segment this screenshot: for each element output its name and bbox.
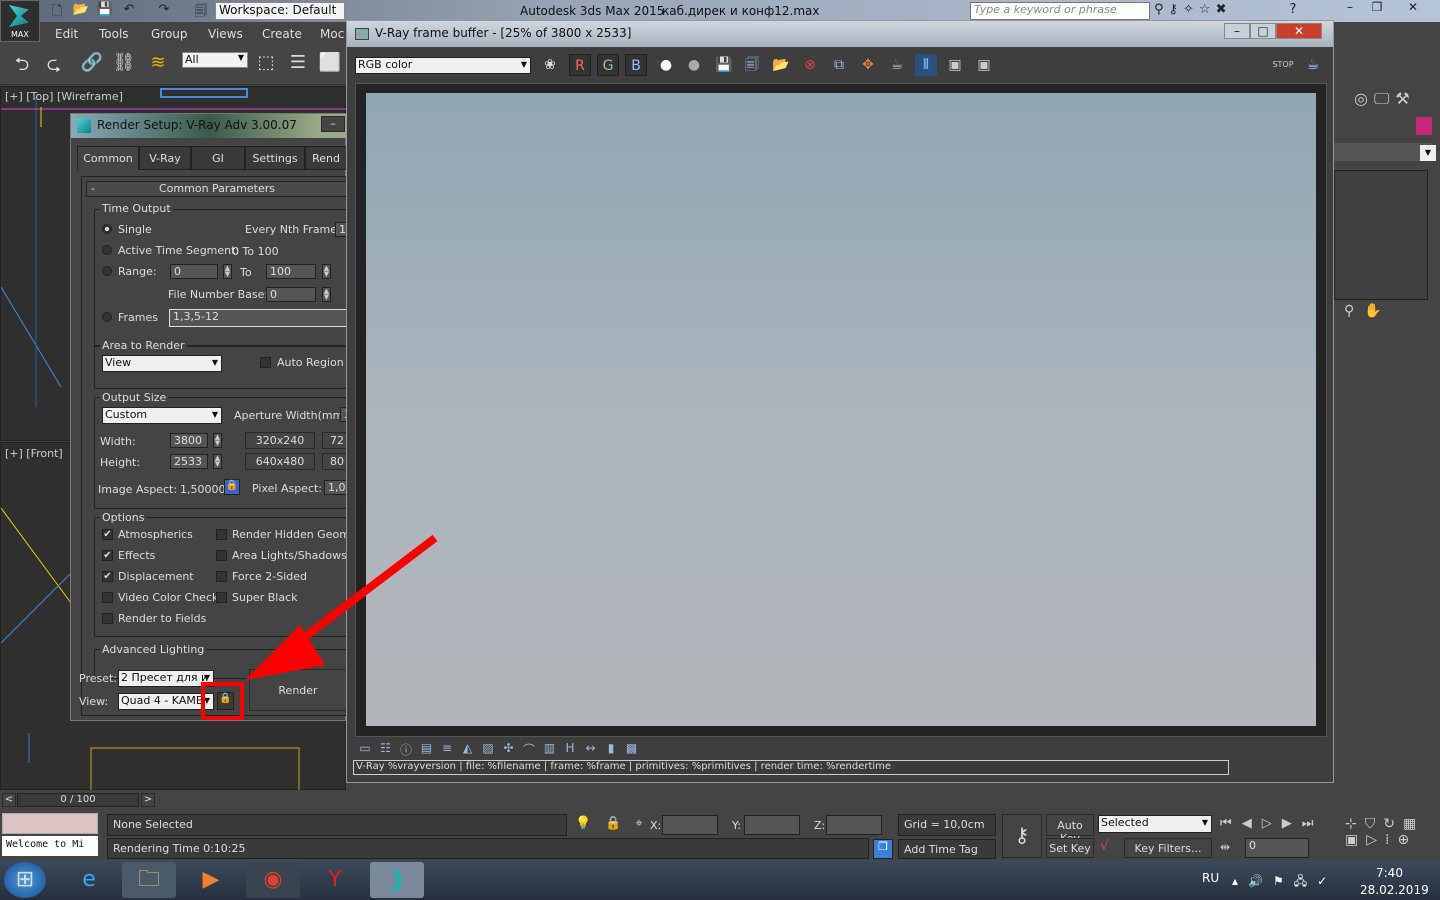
grid-status: Grid = 10,0cm	[898, 814, 996, 836]
tray-icons[interactable]: ▴🔊⚑🖧✓	[1232, 872, 1337, 893]
x-coordinate-input[interactable]	[662, 815, 718, 835]
clock-date[interactable]: 28.02.2019	[1360, 883, 1429, 897]
auto-key-button[interactable]: Auto Key	[1046, 814, 1094, 845]
selection-status: None Selected	[107, 814, 567, 836]
annotation-highlight-box	[201, 682, 244, 720]
maxscript-input[interactable]: Welcome to Mi	[2, 836, 98, 856]
language-indicator[interactable]: RU	[1202, 871, 1219, 885]
z-coordinate-input[interactable]	[826, 815, 882, 835]
time-tag-icon[interactable]: ❐	[873, 839, 893, 859]
clock-time[interactable]: 7:40	[1376, 866, 1403, 880]
file-explorer-icon[interactable]: 🗀	[122, 862, 176, 898]
add-time-tag-button[interactable]: Add Time Tag	[898, 839, 996, 859]
start-button[interactable]: ⊞	[4, 862, 46, 898]
z-label: Z:	[814, 819, 826, 832]
time-slider[interactable]: 0 / 100	[17, 793, 139, 807]
3dsmax-taskbar-icon[interactable]: ❱	[370, 862, 424, 898]
timeline-prev-button[interactable]: <	[2, 793, 16, 807]
x-label: X:	[650, 819, 662, 832]
key-mode-dropdown[interactable]: Selected	[1098, 815, 1212, 833]
y-label: Y:	[732, 819, 741, 832]
maxscript-listener-output[interactable]	[2, 813, 98, 834]
yandex-browser-icon[interactable]: Y	[308, 862, 362, 898]
chrome-icon[interactable]: ◉	[246, 862, 300, 898]
media-player-icon[interactable]: ▶	[184, 862, 238, 898]
timeline-next-button[interactable]: >	[141, 793, 155, 807]
current-frame-input[interactable]: 0	[1245, 838, 1309, 858]
y-coordinate-input[interactable]	[744, 815, 800, 835]
goto-frame-icon[interactable]: ⇹	[1220, 840, 1230, 854]
annotation-arrow-shaft	[282, 534, 438, 656]
curve-editor-icon[interactable]: √	[1100, 838, 1109, 854]
key-filters-button[interactable]: Key Filters...	[1124, 838, 1212, 858]
isolate-lock-snap-icons[interactable]: 💡🔒⌖	[575, 816, 657, 831]
render-time-status: Rendering Time 0:10:25	[107, 838, 869, 859]
annotation-overlay	[201, 534, 438, 720]
internet-explorer-icon[interactable]: e	[62, 862, 116, 898]
set-key-icon[interactable]: ⚷	[1002, 814, 1042, 858]
set-key-button[interactable]: Set Key	[1046, 838, 1094, 858]
playback-controls[interactable]: ⏮◀▷▶⏭	[1220, 816, 1323, 831]
viewport-navigation-icons[interactable]: ⊹⛉↻▦ ▣▷⁞⊕	[1345, 816, 1440, 848]
